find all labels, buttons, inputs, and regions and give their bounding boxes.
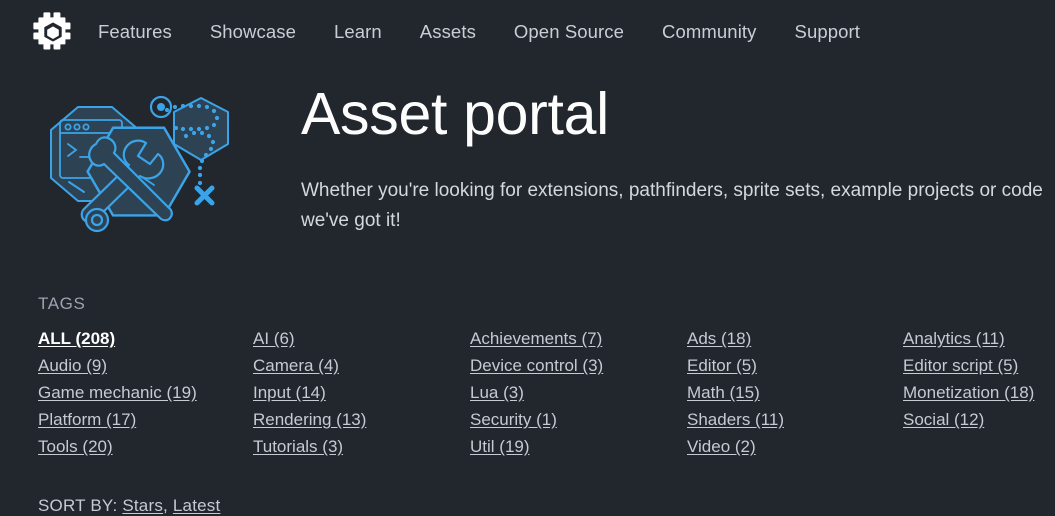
sort-option-latest[interactable]: Latest [173,496,221,515]
nav-item-showcase[interactable]: Showcase [210,21,296,43]
tag-link-util[interactable]: Util (19) [470,433,530,460]
tag-link-analytics[interactable]: Analytics (11) [903,325,1005,352]
tag-link-video[interactable]: Video (2) [687,433,756,460]
nav-item-support[interactable]: Support [795,21,861,43]
nav-item-assets[interactable]: Assets [420,21,476,43]
tag-link-monetization[interactable]: Monetization (18) [903,379,1034,406]
tags-column-5: Analytics (11) Editor script (5) Monetiz… [903,325,1055,460]
hero-text-block: Asset portal Whether you're looking for … [251,74,1055,236]
tag-link-all[interactable]: ALL (208) [38,325,115,352]
asset-tools-illustration [36,82,251,250]
sort-option-stars[interactable]: Stars [122,496,163,515]
tags-section: TAGS ALL (208) Audio (9) Game mechanic (… [0,294,1055,460]
tags-column-1: ALL (208) Audio (9) Game mechanic (19) P… [38,325,253,460]
tag-link-tools[interactable]: Tools (20) [38,433,113,460]
tag-link-editor[interactable]: Editor (5) [687,352,757,379]
tags-column-3: Achievements (7) Device control (3) Lua … [470,325,687,460]
tag-link-shaders[interactable]: Shaders (11) [687,406,784,433]
tag-link-rendering[interactable]: Rendering (13) [253,406,366,433]
tag-link-audio[interactable]: Audio (9) [38,352,107,379]
sort-by-bar: SORT BY: Stars, Latest [0,496,1055,516]
hero-section: Asset portal Whether you're looking for … [0,64,1055,250]
tag-link-input[interactable]: Input (14) [253,379,326,406]
tag-link-game-mechanic[interactable]: Game mechanic (19) [38,379,197,406]
top-navigation-bar: Features Showcase Learn Assets Open Sour… [0,0,1055,64]
tag-link-camera[interactable]: Camera (4) [253,352,339,379]
nav-item-community[interactable]: Community [662,21,756,43]
tag-link-achievements[interactable]: Achievements (7) [470,325,602,352]
tag-link-platform[interactable]: Platform (17) [38,406,136,433]
tags-column-4: Ads (18) Editor (5) Math (15) Shaders (1… [687,325,903,460]
page-title: Asset portal [301,81,609,147]
sort-by-label: SORT BY: [38,496,118,515]
tag-link-social[interactable]: Social (12) [903,406,984,433]
nav-item-features[interactable]: Features [98,21,172,43]
nav-item-open-source[interactable]: Open Source [514,21,624,43]
tag-link-math[interactable]: Math (15) [687,379,760,406]
tag-link-lua[interactable]: Lua (3) [470,379,524,406]
tags-heading: TAGS [38,294,86,313]
tags-column-2: AI (6) Camera (4) Input (14) Rendering (… [253,325,470,460]
tag-link-ads[interactable]: Ads (18) [687,325,751,352]
primary-nav-links: Features Showcase Learn Assets Open Sour… [98,21,860,43]
tag-link-tutorials[interactable]: Tutorials (3) [253,433,343,460]
page-description: Whether you're looking for extensions, p… [301,179,1043,231]
tag-link-security[interactable]: Security (1) [470,406,557,433]
tag-link-ai[interactable]: AI (6) [253,325,295,352]
tags-grid: ALL (208) Audio (9) Game mechanic (19) P… [38,325,1055,460]
tag-link-editor-script[interactable]: Editor script (5) [903,352,1018,379]
nav-item-learn[interactable]: Learn [334,21,382,43]
defold-logo-icon[interactable] [30,9,76,55]
tag-link-device-control[interactable]: Device control (3) [470,352,603,379]
